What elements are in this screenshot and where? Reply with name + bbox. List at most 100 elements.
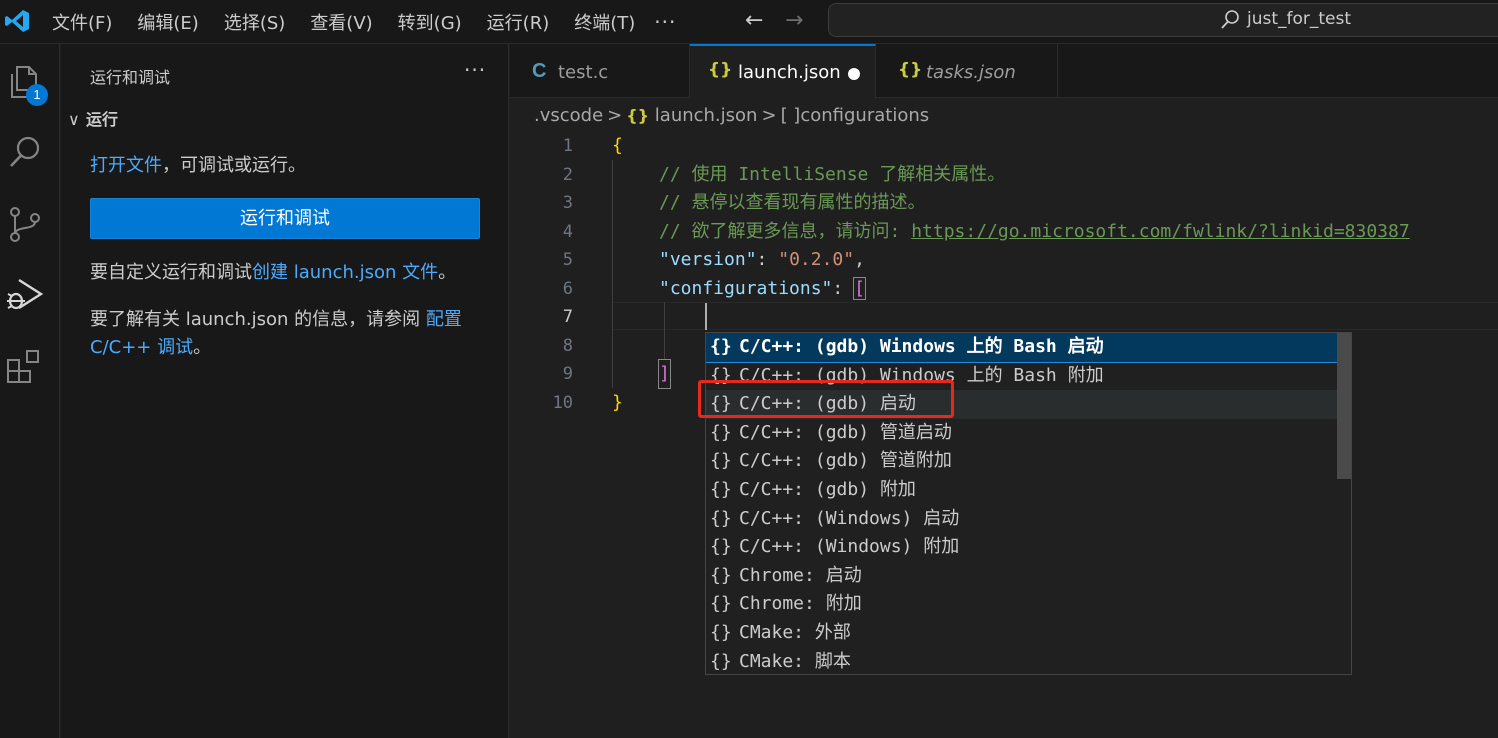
snippet-icon: {} [710,336,732,357]
chevron-right-icon: > [761,105,777,126]
unsaved-dot-icon[interactable] [848,68,860,80]
code-line: 1 { [510,132,1498,161]
cpp-debug-link[interactable]: C/C++ 调试 [90,337,193,358]
line-number: 6 [562,279,573,299]
suggestion-item[interactable]: {} C/C++: (Windows) 附加 [706,533,1337,562]
line-number: 10 [552,393,573,413]
menu-go[interactable]: 转到(G) [398,9,462,35]
breadcrumb-file[interactable]: launch.json [655,105,758,126]
learn-hint-text: 要了解有关 launch.json 的信息，请参阅 [90,309,426,330]
code-comment: // 欲了解更多信息，请访问: https://go.microsoft.com… [659,218,1410,246]
sidebar-title: 运行和调试 [90,68,171,87]
menu-run[interactable]: 运行(R) [487,9,550,35]
line-number: 7 [562,307,573,327]
line-number: 5 [562,250,573,270]
menu-edit[interactable]: 编辑(E) [137,9,198,35]
menu-more-icon[interactable]: ··· [654,10,676,34]
line-number: 1 [562,136,573,156]
snippet-icon: {} [710,479,732,500]
run-and-debug-icon[interactable] [5,274,45,314]
code-comment-text: // 欲了解更多信息，请访问: [659,221,912,242]
suggestion-item[interactable]: {} C/C++: (Windows) 启动 [706,505,1337,534]
run-and-debug-button[interactable]: 运行和调试 [90,198,480,239]
suggestion-item[interactable]: {} Chrome: 启动 [706,562,1337,591]
chevron-right-icon: > [607,105,623,126]
json-colon: : [832,278,855,299]
suggestion-label: C/C++: (gdb) Windows 上的 Bash 启动 [739,336,1104,357]
snippet-icon: {} [710,536,732,558]
sidebar-more-icon[interactable]: ··· [464,58,486,82]
breadcrumb-node[interactable]: configurations [800,105,929,126]
json-comma: , [854,249,865,270]
suggestion-item[interactable]: {} CMake: 脚本 [706,648,1337,674]
title-bar: 文件(F) 编辑(E) 选择(S) 查看(V) 转到(G) 运行(R) 终端(T… [0,0,1498,44]
suggestion-item[interactable]: {} C/C++: (gdb) 管道启动 [706,419,1337,448]
code-text: } [612,392,623,413]
line-number: 2 [562,165,573,185]
code-line: 6 "configurations": [ [510,275,1498,304]
learn-hint-suffix: 。 [193,337,212,358]
back-arrow-icon[interactable]: ← [745,8,763,33]
suggestion-item[interactable]: {} Chrome: 附加 [706,590,1337,619]
tab-test-c[interactable]: C test.c [510,44,690,98]
menu-terminal[interactable]: 终端(T) [574,9,635,35]
breadcrumb-folder[interactable]: .vscode [534,105,603,126]
suggestion-label: CMake: 脚本 [739,650,851,672]
json-bracket: [ [853,277,866,300]
code-configurations: "configurations": [ [659,275,866,303]
json-colon: : [756,249,779,270]
activity-bar: 1 [0,44,60,738]
code-comment: // 使用 IntelliSense 了解相关属性。 [659,164,1006,185]
search-icon [1221,10,1239,29]
line-number: 9 [562,364,573,384]
explorer-badge: 1 [26,84,48,106]
code-text: { [612,135,623,156]
learn-hint: 要了解有关 launch.json 的信息，请参阅 配置 [90,306,462,334]
tab-tasks-json[interactable]: {} tasks.json [876,44,1058,98]
snippet-icon: {} [710,450,732,472]
suggestion-label: CMake: 外部 [739,622,851,643]
code-version: "version": "0.2.0", [659,246,865,274]
code-comment: // 悬停以查看现有属性的描述。 [659,192,926,213]
configure-link[interactable]: 配置 [426,309,462,330]
suggest-scrollbar-thumb[interactable] [1337,333,1351,479]
menu-selection[interactable]: 选择(S) [224,9,285,35]
customize-hint-suffix: 。 [438,262,457,283]
open-file-link[interactable]: 打开文件 [90,155,162,176]
source-control-icon[interactable] [5,204,45,244]
suggestion-label: C/C++: (gdb) 附加 [739,479,916,500]
forward-arrow-icon[interactable]: → [785,8,803,33]
suggestion-label: C/C++: (gdb) 管道附加 [739,450,952,472]
suggestion-item[interactable]: {} C/C++: (gdb) Windows 上的 Bash 启动 [706,333,1338,363]
tab-label: tasks.json [926,62,1016,83]
text-cursor [705,303,707,330]
json-file-icon: {} [626,106,650,125]
create-launch-json-link[interactable]: 创建 launch.json 文件 [252,262,438,283]
menu-file[interactable]: 文件(F) [52,9,112,35]
vscode-logo-icon[interactable] [4,8,30,34]
snippet-icon: {} [710,593,732,615]
snippet-icon: {} [710,421,732,443]
snippet-icon: {} [710,622,732,643]
fwlink-url[interactable]: https://go.microsoft.com/fwlink/?linkid=… [911,221,1410,242]
menu-bar: 文件(F) 编辑(E) 选择(S) 查看(V) 转到(G) 运行(R) 终端(T… [52,0,701,44]
tab-launch-json[interactable]: {} launch.json [690,44,876,99]
code-line: 4 // 欲了解更多信息，请访问: https://go.microsoft.c… [510,218,1498,247]
json-key: "version" [659,249,757,270]
suggestion-item[interactable]: {} CMake: 外部 [706,619,1337,648]
open-file-hint: 打开文件，可调试或运行。 [90,152,306,180]
code-line: 5 "version": "0.2.0", [510,246,1498,275]
suggestion-item[interactable]: {} C/C++: (gdb) 管道附加 [706,447,1337,476]
command-center-search[interactable] [828,3,1498,37]
menu-view[interactable]: 查看(V) [310,9,372,35]
search-view-icon[interactable] [5,132,45,172]
c-file-icon: C [532,60,547,82]
suggestion-item[interactable]: {} C/C++: (gdb) 附加 [706,476,1337,505]
chevron-down-icon: ∨ [68,110,80,129]
tab-label: test.c [558,62,609,83]
editor-tab-bar: C test.c {} launch.json {} tasks.json [510,44,1498,99]
run-section-header[interactable]: ∨ 运行 [68,106,118,130]
extensions-icon[interactable] [5,346,45,386]
suggestion-label: Chrome: 附加 [739,593,862,615]
code-line: 3 // 悬停以查看现有属性的描述。 [510,189,1498,218]
